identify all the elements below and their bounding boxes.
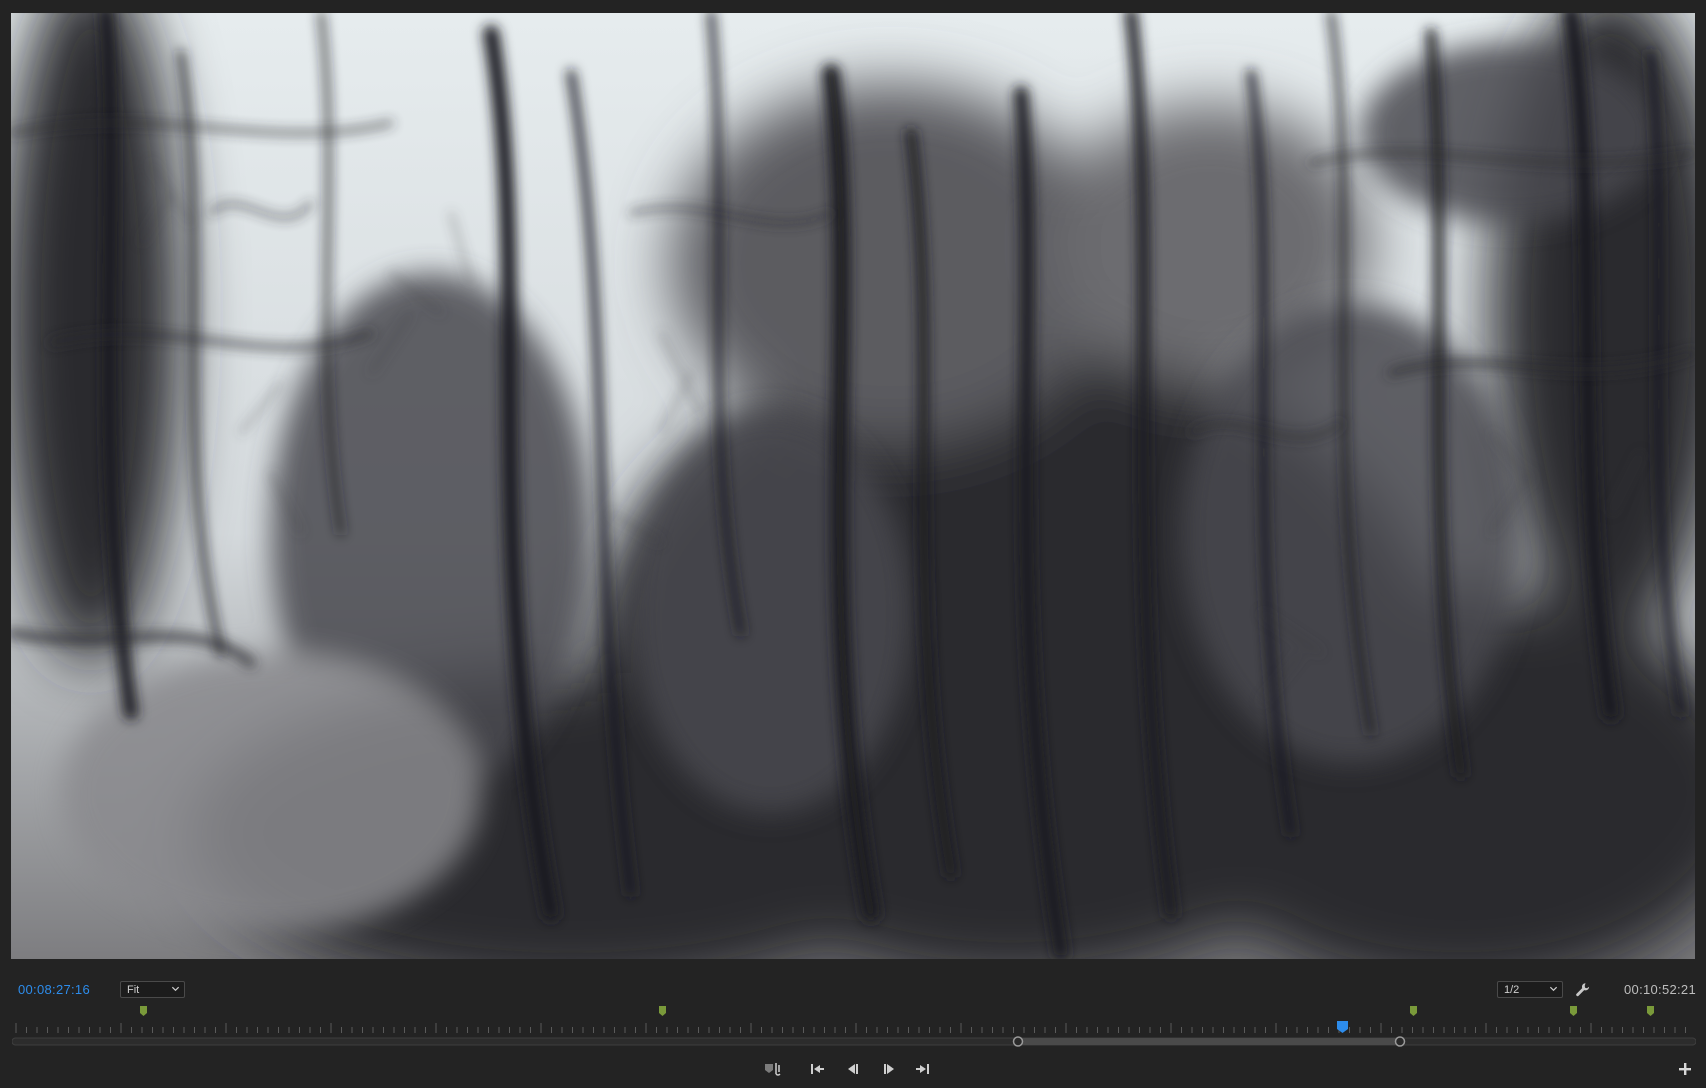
marker-4 <box>1570 1006 1577 1016</box>
transport-controls <box>0 1058 1706 1080</box>
scrub-track <box>12 1037 1696 1046</box>
ruler-ticks <box>15 1023 1686 1033</box>
playback-resolution-value: 1/2 <box>1504 983 1520 996</box>
step-back-button[interactable] <box>842 1058 864 1080</box>
duration-timecode: 00:10:52:21 <box>1624 982 1696 997</box>
scrub-range <box>1018 1038 1400 1045</box>
scrub-range-start-handle <box>1012 1036 1024 1047</box>
chevron-down-icon <box>1549 986 1558 992</box>
add-marker-button[interactable] <box>762 1058 784 1080</box>
wrench-icon[interactable] <box>1574 981 1592 999</box>
program-monitor: 00:08:27:16 Fit 1/2 00:10:52:21 <box>0 0 1706 1088</box>
video-frame <box>11 13 1695 959</box>
step-forward-button[interactable] <box>878 1058 900 1080</box>
marker-5 <box>1647 1006 1654 1016</box>
chevron-down-icon <box>171 986 180 992</box>
zoom-level-select[interactable]: Fit <box>120 981 185 998</box>
marker-2 <box>659 1006 666 1016</box>
time-ruler[interactable] <box>12 1000 1696 1050</box>
clip-markers <box>140 1006 1654 1016</box>
marker-icon <box>765 1063 781 1076</box>
playback-resolution-select[interactable]: 1/2 <box>1497 981 1563 998</box>
marker-1 <box>140 1006 147 1016</box>
step-to-in-icon <box>811 1064 824 1074</box>
go-to-out-button[interactable] <box>912 1058 934 1080</box>
plus-icon[interactable] <box>1676 1060 1694 1078</box>
go-to-in-button[interactable] <box>806 1058 828 1080</box>
current-timecode[interactable]: 00:08:27:16 <box>18 982 90 997</box>
step-back-icon <box>848 1064 858 1074</box>
scrub-range-end-handle <box>1394 1036 1406 1047</box>
zoom-level-value: Fit <box>127 983 140 996</box>
video-preview[interactable] <box>11 13 1695 959</box>
step-forward-icon <box>884 1064 894 1074</box>
step-to-out-icon <box>916 1064 929 1074</box>
marker-3 <box>1410 1006 1417 1016</box>
